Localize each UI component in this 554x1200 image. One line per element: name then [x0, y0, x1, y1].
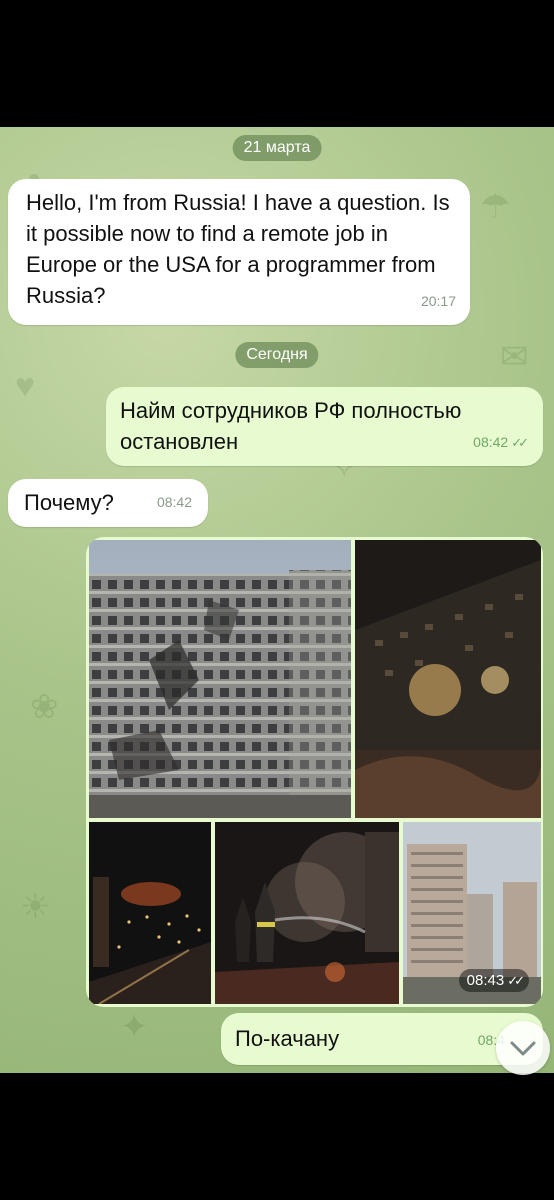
double-check-icon: ✓✓ — [511, 435, 529, 450]
message-time-status: 08:42 ✓✓ — [473, 427, 529, 458]
wallpaper-doodle-icon: ✦ — [120, 1008, 149, 1046]
wallpaper-doodle-icon: ♥ — [15, 367, 36, 405]
chevron-down-icon — [510, 1041, 536, 1056]
message-text: Hello, I'm from Russia! I have a questio… — [26, 190, 450, 308]
date-divider: 21 марта — [232, 135, 322, 161]
double-check-icon: ✓✓ — [507, 973, 525, 988]
incoming-message[interactable]: Почему? 08:42 — [8, 479, 208, 527]
message-time: 08:43 — [466, 972, 505, 989]
wallpaper-doodle-icon: ☂ — [480, 188, 511, 226]
album-time-status: 08:43 ✓✓ — [458, 969, 529, 992]
message-text: Найм сотрудников РФ полностью остановлен — [120, 398, 462, 454]
message-time: 08:42 — [156, 494, 192, 510]
outgoing-message[interactable]: По-качану 08:4 — [221, 1013, 543, 1065]
incoming-message[interactable]: Hello, I'm from Russia! I have a questio… — [8, 179, 470, 325]
message-text: По-качану — [235, 1026, 340, 1051]
wallpaper-doodle-icon: ❀ — [30, 688, 59, 726]
message-time: 20:17 — [420, 293, 456, 309]
album-photo[interactable] — [355, 540, 541, 818]
date-divider: Сегодня — [235, 342, 319, 368]
album-photo[interactable]: 08:43 ✓✓ — [403, 822, 541, 1004]
album-photo[interactable] — [89, 822, 211, 1004]
album-photo[interactable] — [215, 822, 399, 1004]
photo-album[interactable]: 08:43 ✓✓ — [86, 537, 543, 1007]
message-time: 08:42 — [473, 434, 509, 450]
scroll-down-button[interactable] — [496, 1021, 550, 1075]
wallpaper-doodle-icon: ✉ — [500, 338, 529, 376]
album-photo[interactable] — [89, 540, 351, 818]
wallpaper-doodle-icon: ☀ — [20, 888, 51, 926]
chat-area[interactable]: ✿ ☂ ✉ ♥ ❀ ☀ ✦ ✧ 21 марта Hello, I'm from… — [0, 127, 554, 1073]
outgoing-message[interactable]: Найм сотрудников РФ полностью остановлен… — [106, 387, 543, 466]
message-text: Почему? — [24, 490, 114, 515]
